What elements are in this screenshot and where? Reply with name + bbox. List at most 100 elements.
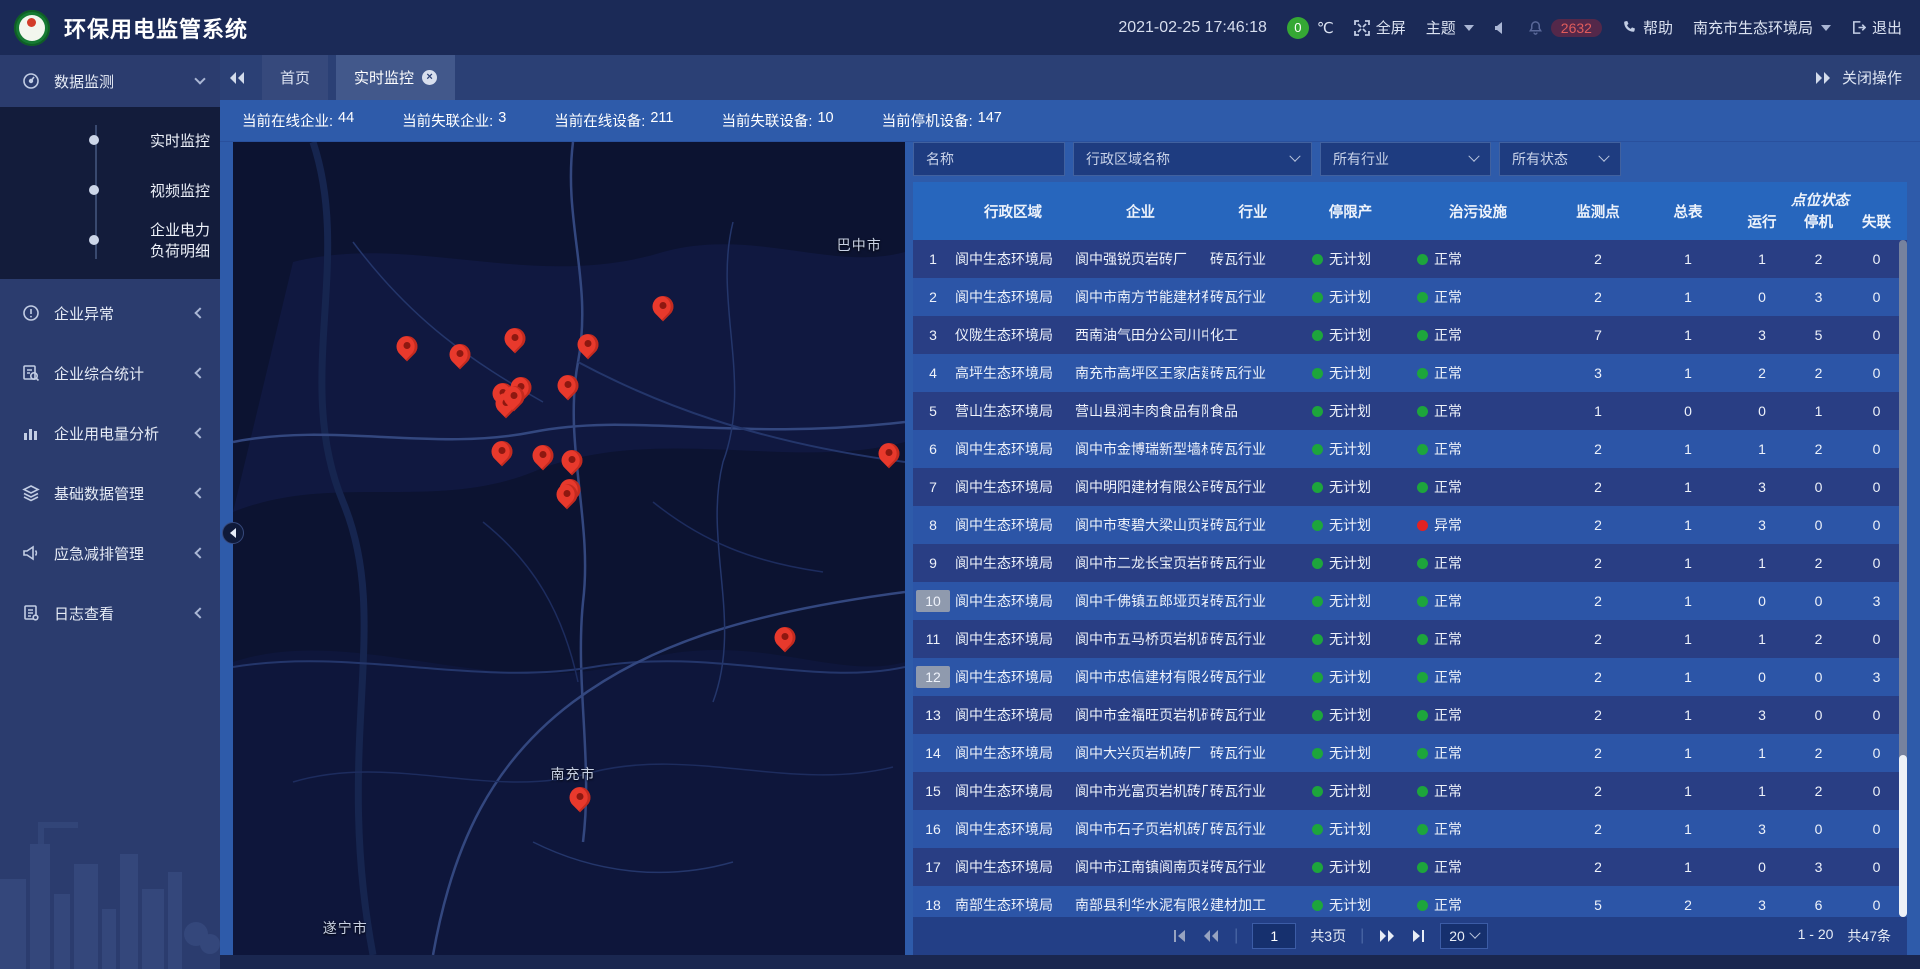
tabs-scroll-left-button[interactable] — [220, 55, 254, 100]
logout-button[interactable]: 退出 — [1851, 17, 1902, 38]
sidebar-item-enterprise-abnormal[interactable]: 企业异常 — [0, 287, 220, 339]
cell-facility-status: 正常 — [1403, 401, 1553, 421]
mute-button[interactable] — [1494, 21, 1508, 35]
map-pin-icon[interactable] — [491, 441, 512, 462]
cell-industry: 建材加工 — [1208, 895, 1298, 915]
region-filter-select[interactable]: 行政区域名称 — [1073, 142, 1312, 176]
tab-realtime-monitoring[interactable]: 实时监控 × — [336, 55, 455, 100]
sidebar-subitem[interactable]: 企业电力负荷明细 — [0, 215, 220, 265]
previous-page-button[interactable] — [1202, 929, 1220, 943]
help-button[interactable]: 帮助 — [1622, 17, 1673, 38]
industry-filter-select[interactable]: 所有行业 — [1320, 142, 1491, 176]
row-index: 1 — [913, 248, 953, 270]
row-index: 14 — [913, 742, 953, 764]
app-window: 环保用电监管系统 2021-02-25 17:46:18 0 ℃ 全屏 主题 — [0, 0, 1920, 969]
map-pin-icon[interactable] — [653, 296, 674, 317]
cell-facility-status: 正常 — [1403, 705, 1553, 725]
cell-meters: 1 — [1643, 365, 1733, 381]
sidebar-item-log-view[interactable]: 日志查看 — [0, 587, 220, 639]
map-pin-icon[interactable] — [556, 484, 577, 505]
table-row[interactable]: 3 仪陇生态环境局 西南油气田分公司川中 化工 无计划 正常 7 — [913, 316, 1907, 354]
map-pin-icon[interactable] — [569, 787, 590, 808]
map-pin-icon[interactable] — [562, 450, 583, 471]
map-canvas[interactable]: 巴中市南充市遂宁市 — [233, 142, 905, 955]
sidebar-item-emergency-reduction[interactable]: 应急减排管理 — [0, 527, 220, 579]
table-row[interactable]: 13 阆中生态环境局 阆中市金福旺页岩机砖 砖瓦行业 无计划 正常 — [913, 696, 1907, 734]
table-row[interactable]: 4 高坪生态环境局 南充市高坪区王家店建 砖瓦行业 无计划 正常 — [913, 354, 1907, 392]
first-page-button[interactable] — [1172, 929, 1188, 943]
panel-collapse-button[interactable] — [222, 522, 244, 544]
cell-region: 南部生态环境局 — [953, 895, 1073, 915]
column-header-facility: 治污设施 — [1403, 201, 1553, 222]
table-row[interactable]: 1 阆中生态环境局 阆中强锐页岩砖厂 砖瓦行业 无计划 正常 2 — [913, 240, 1907, 278]
enterprise-table-panel: 行政区域名称 所有行业 所有状态 行政区域 企业 行业 — [913, 142, 1907, 955]
name-filter-field[interactable] — [913, 142, 1065, 176]
table-row[interactable]: 12 阆中生态环境局 阆中市忠信建材有限公 砖瓦行业 无计划 正常 — [913, 658, 1907, 696]
map-panel[interactable]: 巴中市南充市遂宁市 — [233, 142, 905, 955]
sidebar-item-data-monitoring[interactable]: 数据监测 — [0, 55, 220, 107]
close-tab-icon[interactable]: × — [422, 70, 437, 85]
page-size-select[interactable]: 20 — [1440, 923, 1488, 949]
table-row[interactable]: 11 阆中生态环境局 阆中市五马桥页岩机砖 砖瓦行业 无计划 正常 — [913, 620, 1907, 658]
status-dot-icon — [1417, 406, 1428, 417]
table-row[interactable]: 14 阆中生态环境局 阆中大兴页岩机砖厂 砖瓦行业 无计划 正常 — [913, 734, 1907, 772]
table-row[interactable]: 8 阆中生态环境局 阆中市枣碧大梁山页岩 砖瓦行业 无计划 异常 — [913, 506, 1907, 544]
status-filter-select[interactable]: 所有状态 — [1499, 142, 1621, 176]
table-row[interactable]: 2 阆中生态环境局 阆中市南方节能建材有 砖瓦行业 无计划 正常 — [913, 278, 1907, 316]
page-number-input[interactable]: 1 — [1252, 923, 1296, 949]
table-row[interactable]: 5 营山生态环境局 营山县润丰肉食品有限 食品 无计划 正常 1 — [913, 392, 1907, 430]
table-row[interactable]: 16 阆中生态环境局 阆中市石子页岩机砖厂 砖瓦行业 无计划 正常 — [913, 810, 1907, 848]
cell-halt: 3 — [1791, 289, 1846, 305]
cell-region: 阆中生态环境局 — [953, 553, 1073, 573]
filter-bar: 行政区域名称 所有行业 所有状态 — [913, 142, 1907, 176]
map-pin-icon[interactable] — [397, 336, 418, 357]
sidebar-item-power-analysis[interactable]: 企业用电量分析 — [0, 407, 220, 459]
table-row[interactable]: 15 阆中生态环境局 阆中市光富页岩机砖厂 砖瓦行业 无计划 正常 — [913, 772, 1907, 810]
fullscreen-button[interactable]: 全屏 — [1354, 17, 1406, 38]
caret-down-icon — [1821, 25, 1831, 31]
sidebar-item-enterprise-statistics[interactable]: 企业综合统计 — [0, 347, 220, 399]
organization-dropdown[interactable]: 南充市生态环境局 — [1693, 17, 1831, 38]
map-pin-icon[interactable] — [505, 328, 526, 349]
sidebar-item-base-data[interactable]: 基础数据管理 — [0, 467, 220, 519]
map-pin-icon[interactable] — [503, 386, 524, 407]
cell-company: 营山县润丰肉食品有限 — [1073, 401, 1208, 421]
pagination-bar: | 1 共3页 | 20 — [913, 917, 1907, 955]
cell-facility-status: 正常 — [1403, 477, 1553, 497]
map-pin-icon[interactable] — [577, 334, 598, 355]
sidebar-subitem[interactable]: 实时监控 — [0, 115, 220, 165]
cell-points: 2 — [1553, 555, 1643, 571]
last-page-button[interactable] — [1410, 929, 1426, 943]
cell-run: 1 — [1733, 631, 1791, 647]
sidebar: 数据监测 实时监控 视频监控 企业电力负荷明细 — [0, 55, 220, 969]
notifications-button[interactable]: 2632 — [1528, 19, 1602, 37]
map-pin-icon[interactable] — [878, 443, 899, 464]
map-pin-icon[interactable] — [558, 375, 579, 396]
cell-region: 阆中生态环境局 — [953, 515, 1073, 535]
theme-dropdown[interactable]: 主题 — [1426, 17, 1474, 38]
status-dot-icon — [1312, 254, 1323, 265]
report-search-icon — [22, 364, 40, 382]
cell-region: 仪陇生态环境局 — [953, 325, 1073, 345]
table-row[interactable]: 17 阆中生态环境局 阆中市江南镇阆南页岩 砖瓦行业 无计划 正常 — [913, 848, 1907, 886]
table-row[interactable]: 10 阆中生态环境局 阆中千佛镇五郎垭页岩 砖瓦行业 无计划 正常 — [913, 582, 1907, 620]
cell-run: 1 — [1733, 745, 1791, 761]
cell-run: 0 — [1733, 289, 1791, 305]
cityscape-decoration — [0, 784, 220, 969]
table-row[interactable]: 7 阆中生态环境局 阆中明阳建材有限公司 砖瓦行业 无计划 正常 — [913, 468, 1907, 506]
chevron-down-icon — [1598, 151, 1609, 162]
next-page-button[interactable] — [1378, 929, 1396, 943]
map-pin-icon[interactable] — [450, 344, 471, 365]
table-row[interactable]: 6 阆中生态环境局 阆中市金博瑞新型墙材 砖瓦行业 无计划 正常 — [913, 430, 1907, 468]
name-filter-input[interactable] — [926, 151, 1052, 167]
table-row[interactable]: 9 阆中生态环境局 阆中市二龙长宝页岩砖 砖瓦行业 无计划 正常 — [913, 544, 1907, 582]
map-pin-icon[interactable] — [532, 445, 553, 466]
tab-home[interactable]: 首页 — [262, 55, 328, 100]
sidebar-subitem[interactable]: 视频监控 — [0, 165, 220, 215]
cell-company: 阆中千佛镇五郎垭页岩 — [1073, 591, 1208, 611]
table-row[interactable]: 18 南部生态环境局 南部县利华水泥有限公 建材加工 无计划 正常 — [913, 886, 1907, 917]
cell-limit-status: 无计划 — [1298, 781, 1403, 801]
close-operations-button[interactable]: 关闭操作 — [1814, 67, 1920, 88]
map-pin-icon[interactable] — [775, 627, 796, 648]
table-scrollbar[interactable] — [1899, 240, 1907, 917]
